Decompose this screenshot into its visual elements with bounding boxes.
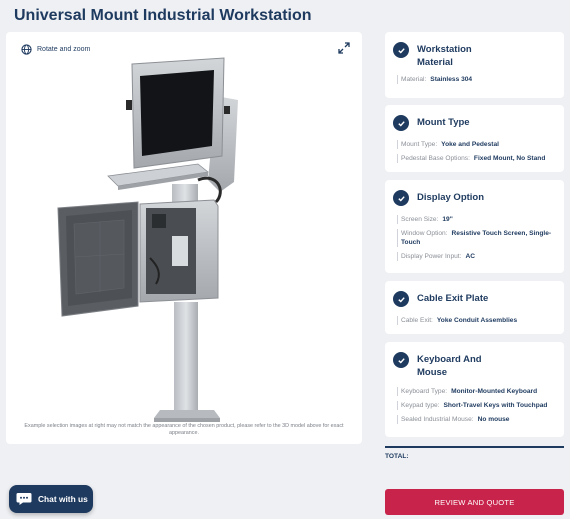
section-header[interactable]: Mount Type	[385, 105, 564, 131]
option-value: Short-Travel Keys with Touchpad	[443, 402, 548, 409]
section-cable-exit-plate[interactable]: Cable Exit Plate Cable Exit: Yoke Conduit…	[385, 281, 564, 334]
section-header[interactable]: Display Option	[385, 180, 564, 206]
section-display-option[interactable]: Display Option Screen Size: 19" Window Op…	[385, 180, 564, 273]
option-value: Stainless 304	[430, 76, 473, 83]
review-and-quote-button[interactable]: REVIEW AND QUOTE	[385, 489, 564, 515]
option-row-power-input: Display Power Input: AC	[397, 252, 556, 261]
option-label: Mount Type:	[401, 141, 438, 148]
globe-icon	[21, 44, 32, 55]
option-row-material: Material: Stainless 304	[397, 75, 556, 84]
section-workstation-material[interactable]: Workstation Material Material: Stainless …	[385, 32, 564, 98]
option-value: Monitor-Mounted Keyboard	[451, 388, 538, 395]
option-row-keypad-type: Keypad type: Short-Travel Keys with Touch…	[397, 401, 556, 410]
workstation-product-image	[57, 57, 238, 422]
chat-with-us-button[interactable]: Chat with us	[9, 485, 93, 513]
option-label: Cable Exit:	[401, 317, 433, 324]
section-title: Cable Exit Plate	[417, 293, 489, 304]
option-row-mount-type: Mount Type: Yoke and Pedestal	[397, 140, 556, 149]
option-label: Sealed Industrial Mouse:	[401, 416, 474, 423]
section-title: Keyboard And Mouse	[417, 354, 482, 378]
option-row-pedestal-base: Pedestal Base Options: Fixed Mount, No St…	[397, 154, 556, 163]
option-row-cable-exit: Cable Exit: Yoke Conduit Assemblies	[397, 316, 556, 325]
option-row-screen-size: Screen Size: 19"	[397, 215, 556, 224]
option-label: Keyboard Type:	[401, 388, 448, 395]
section-keyboard-and-mouse[interactable]: Keyboard And Mouse Keyboard Type: Monitor…	[385, 342, 564, 437]
total-divider	[385, 446, 564, 448]
section-title: Workstation Material	[417, 44, 472, 68]
option-value: AC	[465, 253, 476, 260]
product-viewer[interactable]: Rotate and zoom Example selection images…	[6, 32, 362, 444]
check-circle-icon	[393, 291, 409, 307]
check-circle-icon	[393, 42, 409, 58]
option-row-window-option: Window Option: Resistive Touch Screen, Si…	[397, 229, 556, 247]
chat-bubble-icon	[16, 493, 32, 505]
option-value: 19"	[442, 216, 453, 223]
section-title: Display Option	[417, 192, 485, 203]
option-label: Screen Size:	[401, 216, 439, 223]
chat-label: Chat with us	[38, 494, 88, 504]
section-header[interactable]: Workstation Material	[385, 32, 564, 69]
section-header[interactable]: Keyboard And Mouse	[385, 342, 564, 379]
section-mount-type[interactable]: Mount Type Mount Type: Yoke and Pedestal …	[385, 105, 564, 172]
check-circle-icon	[393, 352, 409, 368]
option-value: Fixed Mount, No Stand	[473, 155, 546, 162]
option-label: Window Option:	[401, 230, 448, 237]
option-value: Yoke Conduit Assemblies	[436, 317, 518, 324]
total-label: TOTAL:	[385, 453, 409, 460]
section-header[interactable]: Cable Exit Plate	[385, 281, 564, 307]
option-label: Display Power Input:	[401, 253, 462, 260]
check-circle-icon	[393, 190, 409, 206]
expand-icon[interactable]	[338, 42, 350, 54]
option-row-sealed-mouse: Sealed Industrial Mouse: No mouse	[397, 415, 556, 424]
page-title: Universal Mount Industrial Workstation	[14, 7, 312, 24]
option-label: Keypad type:	[401, 402, 440, 409]
option-label: Material:	[401, 76, 427, 83]
option-label: Pedestal Base Options:	[401, 155, 470, 162]
option-value: No mouse	[477, 416, 510, 423]
option-row-keyboard-type: Keyboard Type: Monitor-Mounted Keyboard	[397, 387, 556, 396]
image-disclaimer: Example selection images at right may no…	[24, 423, 344, 436]
section-title: Mount Type	[417, 117, 470, 128]
option-value: Yoke and Pedestal	[441, 141, 499, 148]
check-circle-icon	[393, 115, 409, 131]
